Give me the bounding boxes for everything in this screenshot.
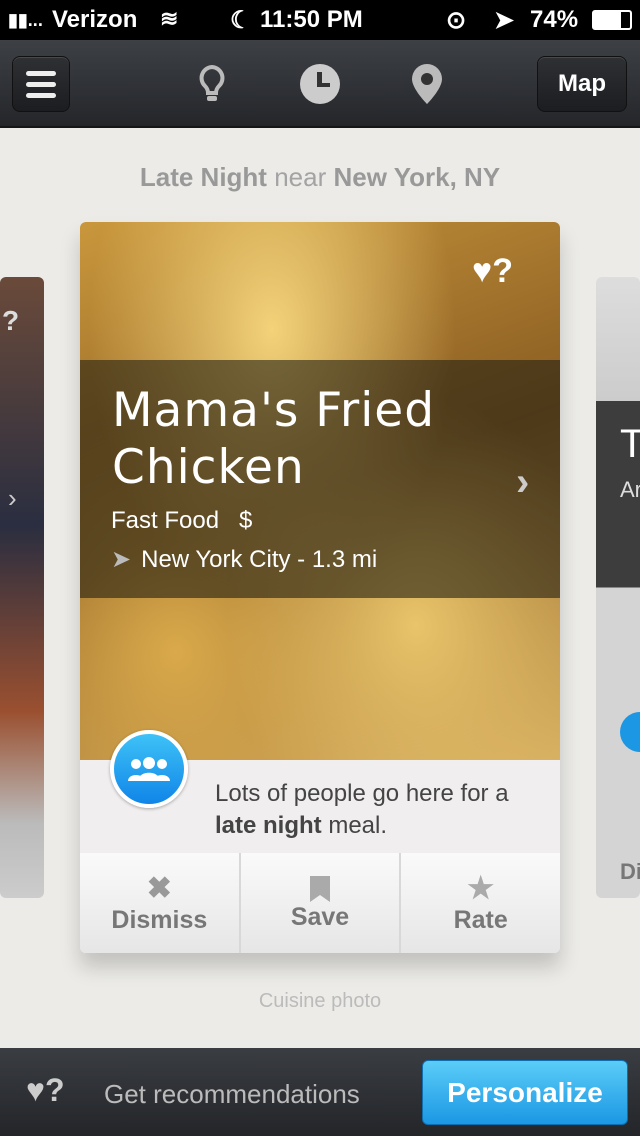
signal-icon: ▮▮... xyxy=(8,10,43,30)
category: Fast Food xyxy=(111,507,220,534)
reason-text: Lots of people go here for a late night … xyxy=(215,780,509,839)
previous-card[interactable]: ? › xyxy=(0,277,44,898)
personalize-button[interactable]: Personalize xyxy=(422,1060,628,1125)
battery-percent: 74% xyxy=(530,6,579,33)
next-card[interactable]: T Ar Di xyxy=(596,277,640,898)
favorite-hint: ? xyxy=(2,305,20,336)
people-icon xyxy=(620,712,640,752)
lightbulb-icon[interactable] xyxy=(198,64,226,106)
rate-label: Rate xyxy=(453,906,508,934)
wifi-icon: ≋ xyxy=(160,6,179,31)
time-of-day[interactable]: Late Night xyxy=(140,162,267,192)
rotation-lock-icon: ⊙ xyxy=(446,7,467,34)
people-icon xyxy=(128,757,170,781)
context-subtitle: Late Night near New York, NY xyxy=(0,162,640,193)
near-label: near xyxy=(274,162,327,192)
status-bar: ▮▮... Verizon ≋ ☾ 11:50 PM ⊙ ➤ 74% xyxy=(0,0,640,40)
dismiss-label: Dismiss xyxy=(111,906,208,934)
save-button[interactable]: Save xyxy=(241,853,402,953)
next-card-action: Di xyxy=(620,859,640,884)
distance: New York City - 1.3 mi xyxy=(141,546,378,573)
chevron-right-icon: › xyxy=(8,483,17,513)
dismiss-button[interactable]: ✖ Dismiss xyxy=(80,853,241,953)
people-avatar xyxy=(110,730,188,808)
next-card-subtitle: Ar xyxy=(620,477,640,502)
hamburger-icon xyxy=(26,70,56,98)
heart-icon: ♥? xyxy=(26,1072,65,1108)
map-button[interactable]: Map xyxy=(537,56,627,112)
chevron-right-icon[interactable]: › xyxy=(516,460,529,505)
location-line: ➤ New York City - 1.3 mi xyxy=(111,545,377,574)
location-arrow-icon: ➤ xyxy=(494,7,515,34)
x-icon: ✖ xyxy=(146,872,172,905)
recommendations-text: Get recommendations xyxy=(104,1079,360,1109)
save-label: Save xyxy=(290,902,350,931)
next-card-title: T xyxy=(620,422,640,466)
battery-icon xyxy=(592,10,632,30)
nav-bar: Map xyxy=(0,40,640,128)
bottom-bar: ♥? Get recommendations Personalize xyxy=(0,1048,640,1136)
clock-icon[interactable] xyxy=(300,64,340,104)
restaurant-name[interactable]: Mama's Fried Chicken xyxy=(112,382,560,496)
heart-icon[interactable]: ♥? xyxy=(472,252,513,291)
location-pin-icon[interactable] xyxy=(410,62,444,111)
location-name[interactable]: New York, NY xyxy=(333,162,500,192)
card-actions: ✖ Dismiss Save ★ Rate xyxy=(80,853,560,953)
price: $ xyxy=(239,507,253,534)
star-icon: ★ xyxy=(467,872,495,905)
clock-time: 11:50 PM xyxy=(260,6,363,33)
favorite-hint: ? xyxy=(492,252,513,290)
rate-button[interactable]: ★ Rate xyxy=(401,853,560,953)
moon-icon: ☾ xyxy=(230,7,252,34)
photo-caption: Cuisine photo xyxy=(258,990,382,1012)
recommendation-card[interactable]: ♥? Mama's Fried Chicken Fast Food $ ➤ New … xyxy=(80,222,560,953)
bookmark-icon xyxy=(310,875,330,902)
location-arrow-icon: ➤ xyxy=(111,546,132,573)
carrier: Verizon xyxy=(52,6,138,33)
menu-button[interactable] xyxy=(12,56,70,112)
category-line: Fast Food $ xyxy=(111,507,252,535)
